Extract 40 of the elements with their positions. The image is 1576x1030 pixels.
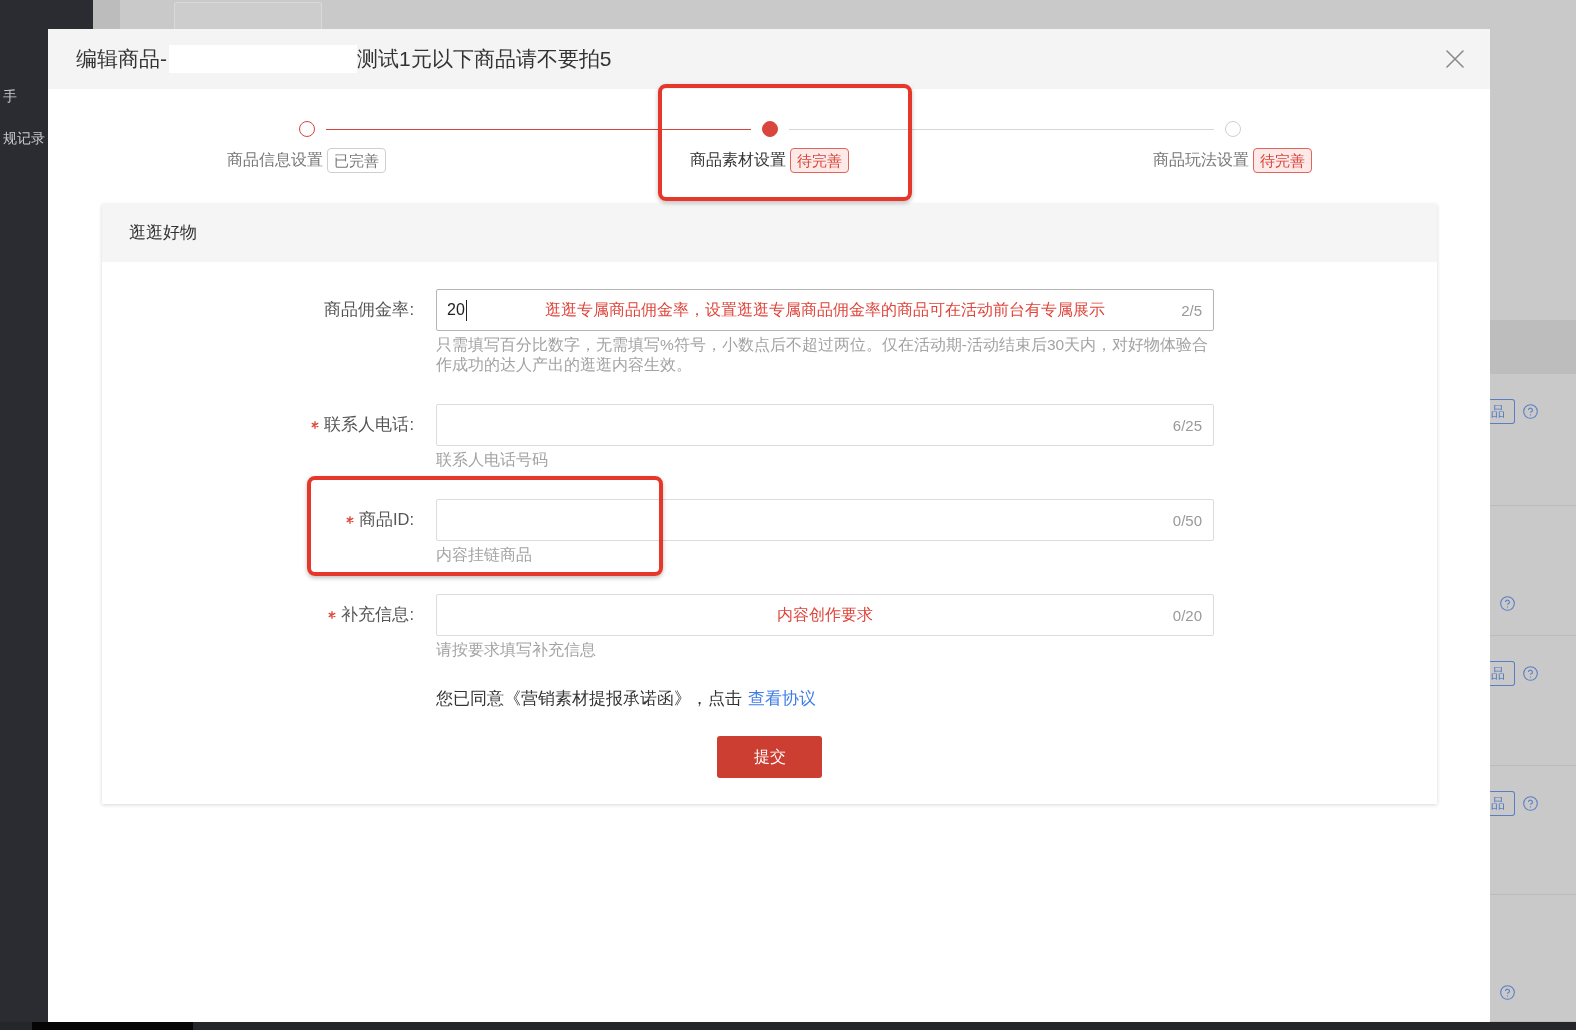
dialog-title: 测试1元以下商品请不要拍5 — [357, 46, 612, 72]
text-caret-icon — [465, 299, 467, 321]
help-icon[interactable] — [1523, 666, 1538, 681]
page-tab[interactable] — [174, 2, 322, 32]
help-icon[interactable] — [1523, 796, 1538, 811]
field-label: 补充信息: — [341, 604, 414, 625]
text-field[interactable]: 6/25 — [436, 404, 1214, 446]
submit-button[interactable]: 提交 — [717, 736, 822, 778]
section-title: 逛逛好物 — [129, 222, 197, 243]
sidebar-item[interactable]: 手 — [0, 86, 17, 106]
help-icon[interactable] — [1523, 404, 1538, 419]
text-field[interactable]: 20 逛逛专属商品佣金率，设置逛逛专属商品佣金率的商品可在活动前台有专属展示 2/5 — [436, 289, 1214, 331]
step-label: 商品素材设置 — [690, 150, 786, 170]
field-label: 联系人电话: — [324, 414, 414, 435]
field-label: 商品ID: — [358, 509, 414, 530]
field-hint: 内容挂链商品 — [436, 545, 533, 565]
status-badge: 已完善 — [327, 148, 386, 173]
character-counter: 6/25 — [1172, 416, 1202, 434]
agreement-text: 您已同意《营销素材提报承诺函》，点击 查看协议 — [436, 689, 817, 709]
status-badge: 待完善 — [1253, 148, 1312, 173]
view-agreement-link[interactable]: 查看协议 — [748, 689, 816, 708]
step-label: 商品玩法设置 — [1153, 150, 1249, 170]
character-counter: 0/50 — [1172, 511, 1202, 529]
help-icon[interactable] — [1500, 596, 1515, 611]
help-icon[interactable] — [1500, 985, 1515, 1000]
text-field[interactable]: 0/50 — [436, 499, 1214, 541]
field-note: 逛逛专属商品佣金率，设置逛逛专属商品佣金率的商品可在活动前台有专属展示 — [544, 299, 1105, 320]
step-label: 商品信息设置 — [227, 150, 323, 170]
text-field[interactable]: 内容创作要求 0/20 — [436, 594, 1214, 636]
field-hint: 请按要求填写补充信息 — [436, 640, 597, 660]
sidebar-item[interactable]: 规记录 — [0, 128, 45, 148]
field-hint: 只需填写百分比数字，无需填写%符号，小数点后不超过两位。仅在活动期-活动结束后30天内，对好物体验合作成功的达人产出的逛逛内容生效。 — [436, 335, 1210, 375]
field-label: 商品佣金率: — [324, 299, 414, 320]
close-icon[interactable] — [1446, 50, 1464, 68]
field-hint: 联系人电话号码 — [436, 450, 549, 470]
dialog-title: 编辑商品- — [76, 46, 167, 72]
field-note: 内容创作要求 — [776, 604, 873, 625]
character-counter: 2/5 — [1181, 301, 1202, 319]
character-counter: 0/20 — [1172, 606, 1202, 624]
status-badge: 待完善 — [790, 148, 849, 173]
